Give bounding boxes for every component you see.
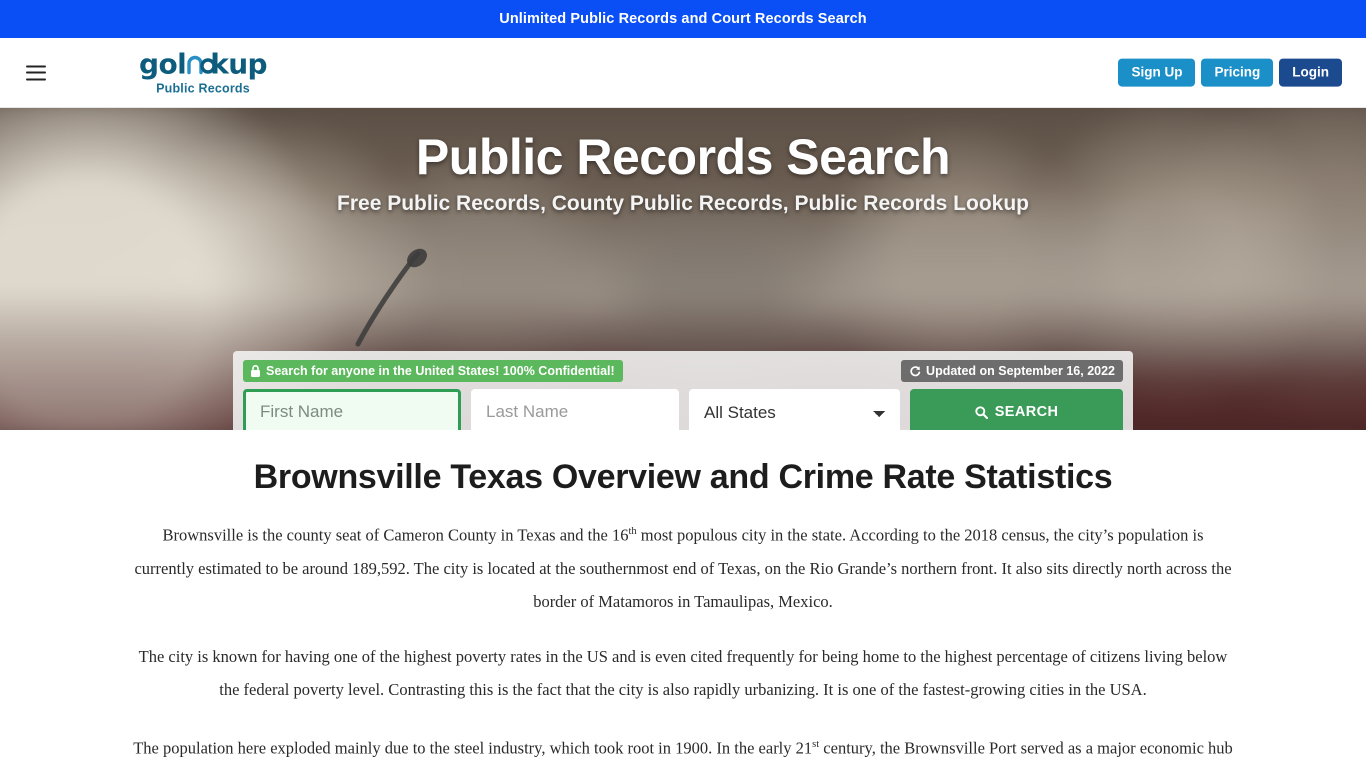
article-paragraph: The city is known for having one of the …: [133, 640, 1233, 706]
pricing-button[interactable]: Pricing: [1201, 58, 1274, 87]
confidential-badge-text: Search for anyone in the United States! …: [266, 364, 615, 378]
hamburger-menu-icon[interactable]: [26, 65, 46, 80]
logo-wordmark: gol kup: [139, 47, 268, 80]
page-title: Brownsville Texas Overview and Crime Rat…: [253, 458, 1113, 496]
logo-oo-icon: [186, 53, 216, 74]
confidential-badge: Search for anyone in the United States! …: [243, 360, 623, 382]
updated-badge: Updated on September 16, 2022: [901, 360, 1123, 382]
search-icon: [975, 405, 988, 419]
hamburger-bar: [26, 78, 46, 80]
hamburger-bar: [26, 65, 46, 67]
refresh-icon: [910, 366, 921, 377]
paragraph-text-part: The population here exploded mainly due …: [133, 738, 813, 757]
lock-icon: [251, 365, 260, 377]
search-form: All States SEARCH: [243, 389, 1123, 430]
hero-content: Public Records Search Free Public Record…: [0, 108, 1366, 216]
first-name-input[interactable]: [243, 389, 461, 430]
article-paragraph: Brownsville is the county seat of Camero…: [133, 515, 1233, 618]
search-button-label: SEARCH: [994, 404, 1059, 420]
updated-badge-text: Updated on September 16, 2022: [926, 364, 1115, 378]
ordinal-suffix: th: [628, 526, 637, 537]
hero-section: Public Records Search Free Public Record…: [0, 108, 1366, 430]
article-section: Brownsville Texas Overview and Crime Rat…: [0, 430, 1366, 768]
sign-up-button[interactable]: Sign Up: [1118, 58, 1196, 87]
last-name-input[interactable]: [471, 389, 679, 430]
hamburger-bar: [26, 71, 46, 74]
search-panel: Search for anyone in the United States! …: [233, 351, 1133, 430]
state-select[interactable]: All States: [689, 389, 901, 430]
site-logo[interactable]: gol kup Public Records: [139, 47, 268, 96]
header-action-buttons: Sign Up Pricing Login: [1118, 58, 1342, 87]
article-paragraph: The population here exploded mainly due …: [133, 728, 1233, 768]
hero-title: Public Records Search: [415, 129, 951, 185]
site-header: gol kup Public Records Sign Up Pricing L…: [0, 38, 1366, 108]
logo-text-before: gol: [139, 47, 187, 80]
paragraph-text-part: The city is known for having one of the …: [138, 646, 1228, 699]
logo-subtitle: Public Records: [156, 81, 250, 95]
logo-text-after: kup: [210, 47, 267, 80]
search-panel-badges: Search for anyone in the United States! …: [243, 360, 1123, 382]
paragraph-text-part: Brownsville is the county seat of Camero…: [162, 525, 629, 545]
login-button[interactable]: Login: [1279, 58, 1342, 87]
search-button[interactable]: SEARCH: [910, 389, 1123, 430]
hero-subtitle: Free Public Records, County Public Recor…: [337, 192, 1029, 215]
top-banner-text: Unlimited Public Records and Court Recor…: [499, 11, 867, 27]
top-announcement-banner: Unlimited Public Records and Court Recor…: [0, 0, 1366, 38]
